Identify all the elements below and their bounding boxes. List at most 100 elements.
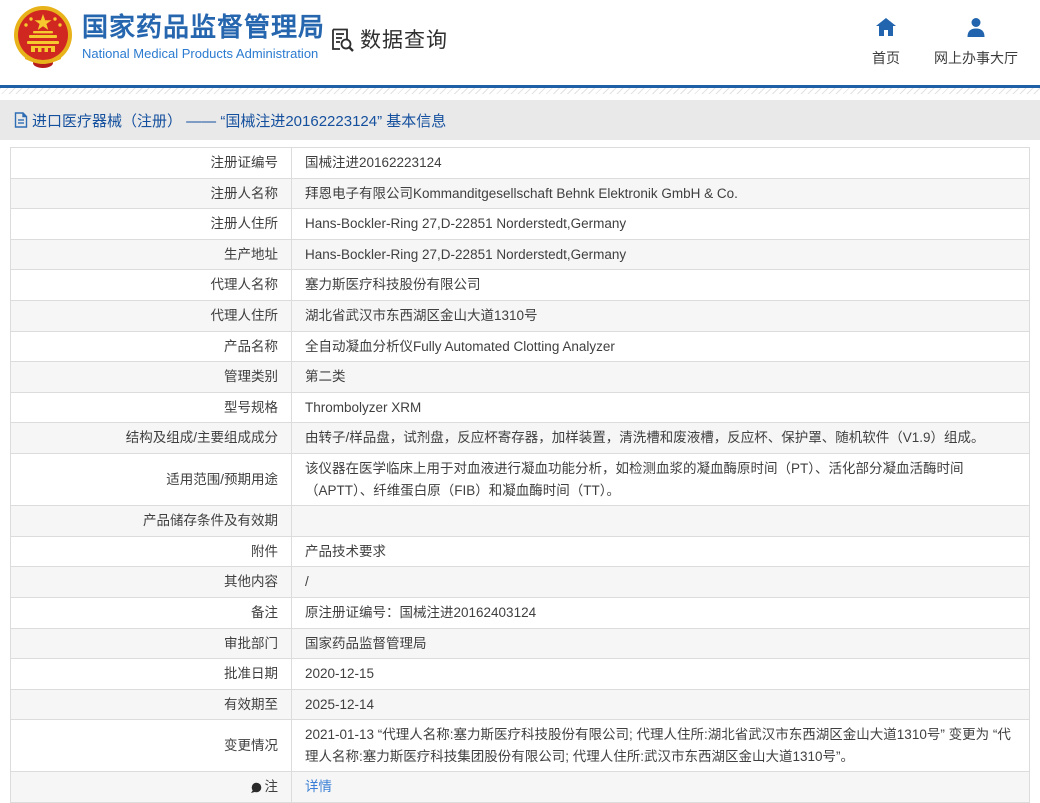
table-row: 有效期至 2025-12-14 xyxy=(11,689,1029,721)
row-label-text: 结构及组成/主要组成成分 xyxy=(125,430,278,446)
row-value-text: / xyxy=(305,574,309,590)
row-value-text: 2025-12-14 xyxy=(305,696,375,712)
user-icon xyxy=(965,16,987,38)
table-row: 代理人住所 湖北省武汉市东西湖区金山大道1310号 xyxy=(11,300,1029,332)
row-label-text: 备注 xyxy=(251,604,278,620)
row-value-text: 2020-12-15 xyxy=(305,666,375,682)
row-label: 适用范围/预期用途 xyxy=(11,453,292,506)
site-header: 国家药品监督管理局 National Medical Products Admi… xyxy=(0,0,1040,85)
row-value: 湖北省武汉市东西湖区金山大道1310号 xyxy=(292,301,1029,331)
row-value-text: Hans-Bockler-Ring 27,D-22851 Norderstedt… xyxy=(305,246,627,262)
table-row: 产品储存条件及有效期 xyxy=(11,506,1029,537)
row-label: 代理人住所 xyxy=(11,300,292,331)
row-value-text: 由转子/样品盘，试剂盘，反应杯寄存器，加样装置，清洗槽和废液槽，反应杯、保护罩、… xyxy=(305,430,985,446)
row-value-text: 塞力斯医疗科技股份有限公司 xyxy=(305,277,481,293)
table-row: 注册人住所 Hans-Bockler-Ring 27,D-22851 Norde… xyxy=(11,209,1029,240)
table-row: 审批部门 国家药品监督管理局 xyxy=(11,628,1029,660)
document-search-icon xyxy=(328,26,355,53)
row-value: 2021-01-13 “代理人名称:塞力斯医疗科技股份有限公司; 代理人住所:湖… xyxy=(292,720,1029,771)
row-label: 结构及组成/主要组成成分 xyxy=(11,423,292,453)
row-label: 产品名称 xyxy=(11,331,292,362)
row-label: 附件 xyxy=(11,536,292,567)
national-emblem-logo xyxy=(13,5,73,69)
row-value: / xyxy=(292,567,1029,597)
table-row: 注册证编号 国械注进20162223124 xyxy=(11,148,1029,179)
row-label: 注 xyxy=(11,772,292,803)
table-row: 管理类别 第二类 xyxy=(11,362,1029,393)
row-label: 型号规格 xyxy=(11,392,292,423)
detail-link[interactable]: 详情 xyxy=(305,776,332,798)
row-value-text: 国家药品监督管理局 xyxy=(305,635,427,651)
row-value: Thrombolyzer XRM xyxy=(292,393,1029,423)
row-label-text: 型号规格 xyxy=(224,399,278,415)
nav-home-label: 首页 xyxy=(872,50,900,66)
row-label-text: 生产地址 xyxy=(224,246,278,262)
row-value-text: 国械注进20162223124 xyxy=(305,155,442,170)
data-query-section: 数据查询 xyxy=(328,24,448,54)
row-value-text: 产品技术要求 xyxy=(305,543,386,559)
data-query-label: 数据查询 xyxy=(360,29,448,52)
row-label-text: 注册证编号 xyxy=(210,155,279,170)
row-label: 注册人住所 xyxy=(11,209,292,239)
row-value-text: 该仪器在医学临床上用于对血液进行凝血功能分析，如检测血浆的凝血酶原时间（PT）、… xyxy=(305,460,964,498)
row-label: 备注 xyxy=(11,597,292,628)
row-label-text: 产品储存条件及有效期 xyxy=(143,513,278,529)
header-hatch-strip xyxy=(0,88,1040,94)
row-label-text: 批准日期 xyxy=(224,666,278,682)
table-row: 代理人名称 塞力斯医疗科技股份有限公司 xyxy=(11,270,1029,301)
row-value-text: 原注册证编号：国械注进20162403124 xyxy=(305,604,537,620)
note-icon xyxy=(250,782,262,794)
breadcrumb: 进口医疗器械（注册） —— “国械注进20162223124” 基本信息 xyxy=(0,100,1040,140)
row-label: 生产地址 xyxy=(11,239,292,270)
row-value: 塞力斯医疗科技股份有限公司 xyxy=(292,270,1029,300)
row-label: 有效期至 xyxy=(11,689,292,720)
row-label: 注册人名称 xyxy=(11,178,292,209)
row-label-text: 注册人住所 xyxy=(210,216,279,232)
home-icon xyxy=(875,16,897,38)
row-value-text: Hans-Bockler-Ring 27,D-22851 Norderstedt… xyxy=(305,216,627,232)
row-value: 详情 xyxy=(292,772,1029,802)
row-value: 2020-12-15 xyxy=(292,659,1029,689)
row-value: 拜恩电子有限公司Kommanditgesellschaft Behnk Elek… xyxy=(292,179,1029,209)
row-label-text: 注 xyxy=(264,779,279,795)
row-value: 该仪器在医学临床上用于对血液进行凝血功能分析，如检测血浆的凝血酶原时间（PT）、… xyxy=(292,454,1029,505)
row-value-text: 全自动凝血分析仪Fully Automated Clotting Analyze… xyxy=(305,338,615,354)
row-label-text: 变更情况 xyxy=(224,738,278,754)
row-label-text: 其他内容 xyxy=(224,574,278,590)
row-value-text: Thrombolyzer XRM xyxy=(305,399,422,415)
row-label-text: 附件 xyxy=(251,543,278,559)
row-value-text: 2021-01-13 “代理人名称:塞力斯医疗科技股份有限公司; 代理人住所:湖… xyxy=(305,727,1011,764)
row-label: 产品储存条件及有效期 xyxy=(11,506,292,536)
row-value: 国家药品监督管理局 xyxy=(292,629,1029,659)
row-label: 其他内容 xyxy=(11,567,292,597)
row-value-text: 拜恩电子有限公司Kommanditgesellschaft Behnk Elek… xyxy=(305,185,738,201)
site-title-block: 国家药品监督管理局 National Medical Products Admi… xyxy=(82,12,325,61)
info-table: 注册证编号 国械注进20162223124 注册人名称 拜恩电子有限公司Komm… xyxy=(10,147,1030,803)
table-row: 结构及组成/主要组成成分 由转子/样品盘，试剂盘，反应杯寄存器，加样装置，清洗槽… xyxy=(11,423,1029,454)
nav-service-hall-label: 网上办事大厅 xyxy=(934,50,1018,66)
row-label-text: 适用范围/预期用途 xyxy=(166,471,278,487)
table-row: 其他内容 / xyxy=(11,567,1029,598)
row-label: 管理类别 xyxy=(11,362,292,392)
row-value: 原注册证编号：国械注进20162403124 xyxy=(292,598,1029,628)
row-label-text: 管理类别 xyxy=(224,369,278,385)
table-row: 附件 产品技术要求 xyxy=(11,536,1029,568)
row-label-text: 代理人名称 xyxy=(210,277,279,293)
table-row: 备注 原注册证编号：国械注进20162403124 xyxy=(11,597,1029,629)
table-row: 生产地址 Hans-Bockler-Ring 27,D-22851 Norder… xyxy=(11,239,1029,271)
table-row: 适用范围/预期用途 该仪器在医学临床上用于对血液进行凝血功能分析，如检测血浆的凝… xyxy=(11,453,1029,507)
row-label-text: 审批部门 xyxy=(224,635,278,651)
site-title-en: National Medical Products Administration xyxy=(82,46,319,62)
row-label: 审批部门 xyxy=(11,628,292,659)
row-label-text: 产品名称 xyxy=(224,338,278,354)
row-value: 全自动凝血分析仪Fully Automated Clotting Analyze… xyxy=(292,332,1029,362)
row-value: Hans-Bockler-Ring 27,D-22851 Norderstedt… xyxy=(292,209,1029,239)
table-row: 型号规格 Thrombolyzer XRM xyxy=(11,392,1029,424)
row-value: 由转子/样品盘，试剂盘，反应杯寄存器，加样装置，清洗槽和废液槽，反应杯、保护罩、… xyxy=(292,423,1029,453)
page-icon xyxy=(14,112,28,128)
table-row: 产品名称 全自动凝血分析仪Fully Automated Clotting An… xyxy=(11,331,1029,363)
nav-item-service-hall[interactable]: 网上办事大厅 xyxy=(934,16,1018,68)
table-row: 变更情况 2021-01-13 “代理人名称:塞力斯医疗科技股份有限公司; 代理… xyxy=(11,720,1029,773)
nav-item-home[interactable]: 首页 xyxy=(872,16,900,68)
table-row: 注册人名称 拜恩电子有限公司Kommanditgesellschaft Behn… xyxy=(11,178,1029,210)
